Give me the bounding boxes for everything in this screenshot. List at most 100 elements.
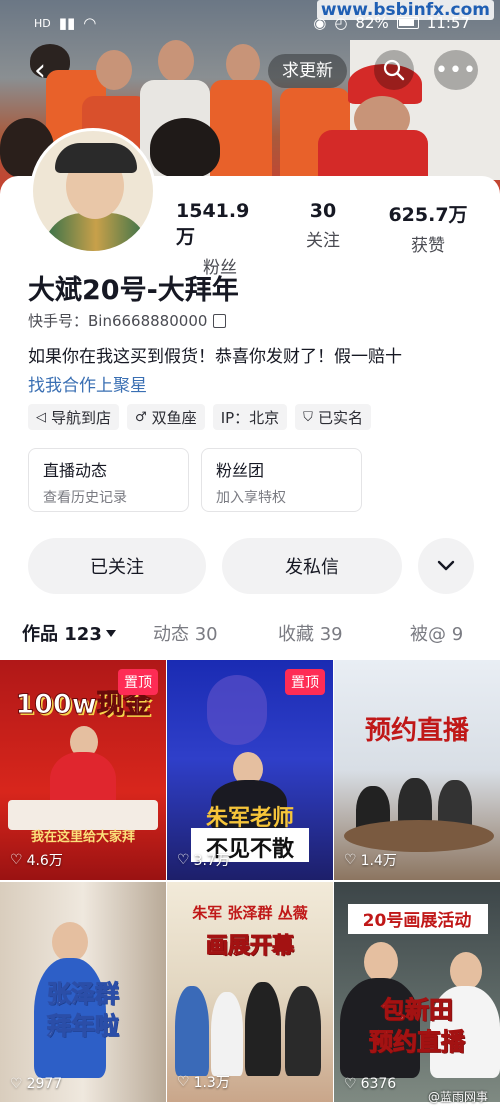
video-tile[interactable]: 20号画展活动 包新田 预约直播 ♡ 6376 [334, 882, 500, 1102]
likes-count: 1.3万 [193, 1075, 230, 1091]
video-likes: ♡ 1.4万 [344, 850, 397, 870]
send-message-button[interactable]: 发私信 [222, 538, 402, 594]
feature-cards: 直播动态 查看历史记录 粉丝团 加入享特权 [28, 448, 362, 512]
tag-navigate-store[interactable]: ◁ 导航到店 [28, 404, 120, 430]
hd-icon: HD [34, 16, 51, 30]
video-person [52, 922, 88, 962]
video-caption: 朱军 张泽群 丛薇 [192, 904, 308, 922]
tab-label: 作品 123 [22, 624, 102, 645]
likes-stat[interactable]: 625.7万 获赞 [382, 200, 474, 256]
crowd-person [96, 50, 132, 90]
weibo-watermark: @蓝雨网事 [427, 1090, 488, 1104]
avatar-robe [43, 213, 149, 251]
male-symbol-icon: ♂ [135, 409, 147, 425]
tag-label: 双鱼座 [151, 408, 197, 427]
user-id[interactable]: 快手号：Bin6668880000 [28, 310, 227, 331]
wifi-icon: ◠ [83, 14, 97, 32]
pinned-badge: 置顶 [118, 669, 158, 695]
followers-stat[interactable]: 1541.9万 粉丝 [176, 200, 264, 278]
video-likes: ♡ 4.6万 [10, 850, 63, 870]
tag-verified: ⛉ 已实名 [295, 404, 371, 430]
crowd-person [226, 44, 260, 84]
chevron-down-icon [437, 560, 455, 571]
card-title: 粉丝团 [216, 461, 265, 480]
video-likes: ♡ 3.7万 [177, 850, 230, 870]
heart-icon: ♡ [344, 1076, 357, 1092]
followed-button[interactable]: 已关注 [28, 538, 206, 594]
bio: 如果你在我这买到假货！恭喜你发财了！假一赔十 [28, 347, 402, 367]
followers-count: 1541.9万 [176, 200, 250, 248]
heart-icon: ♡ [177, 1074, 190, 1090]
video-tile[interactable]: 100w现金 我在这里给大家拜 置顶 ♡ 4.6万 [0, 660, 166, 880]
video-likes: ♡ 1.3万 [177, 1072, 230, 1092]
likes-count: 1.4万 [360, 853, 397, 869]
shield-check-icon: ⛉ [303, 409, 313, 425]
search-button[interactable] [374, 50, 414, 90]
chevron-left-icon: ‹ [34, 52, 46, 88]
search-icon [383, 59, 405, 81]
tab-works[interactable]: 作品 123 [22, 620, 116, 646]
video-person [285, 986, 321, 1076]
card-subtitle: 查看历史记录 [43, 490, 127, 506]
video-subcaption: 我在这里给大家拜 [30, 830, 135, 845]
video-subcaption: 拜年啦 [47, 1012, 120, 1041]
back-button[interactable]: ‹ [20, 50, 60, 90]
video-person [245, 982, 281, 1076]
avatar-headdress [55, 143, 137, 173]
likes-count: 2977 [26, 1076, 63, 1092]
heart-icon: ♡ [10, 852, 23, 868]
video-likes: ♡ 2977 [10, 1076, 62, 1092]
dining-table [344, 820, 494, 852]
tag-ip-location: IP：北京 [212, 404, 288, 430]
live-history-card[interactable]: 直播动态 查看历史记录 [28, 448, 189, 512]
tab-moments[interactable]: 动态 30 [153, 620, 218, 646]
tag-zodiac: ♂ 双鱼座 [127, 404, 205, 430]
likes-count: 3.7万 [193, 853, 230, 869]
expand-button[interactable] [418, 538, 474, 594]
more-button[interactable]: ••• [434, 50, 478, 90]
fan-club-card[interactable]: 粉丝团 加入享特权 [201, 448, 362, 512]
heart-icon: ♡ [10, 1076, 23, 1092]
navigation-arrow-icon: ◁ [36, 409, 46, 425]
avatar[interactable] [30, 128, 156, 254]
tag-label: 导航到店 [51, 408, 112, 427]
following-count: 30 [309, 200, 337, 222]
user-id-text: 快手号：Bin6668880000 [28, 312, 208, 330]
business-cooperation-link[interactable]: 找我合作上聚星 [28, 371, 147, 396]
following-stat[interactable]: 30 关注 [292, 200, 354, 251]
status-icons-left: HD ▮▮ ◠ [34, 14, 96, 32]
crowd-person [158, 40, 194, 82]
tag-label: IP：北京 [220, 408, 280, 427]
likes-count: 6376 [360, 1076, 397, 1092]
blurred-face [207, 675, 267, 745]
video-tile[interactable]: 朱军老师 不见不散 置顶 ♡ 3.7万 [167, 660, 333, 880]
video-tile[interactable]: 朱军 张泽群 丛薇 画展开幕 ♡ 1.3万 [167, 882, 333, 1102]
video-subcaption: 画展开幕 [205, 934, 294, 960]
crowd-person [150, 118, 220, 178]
pinned-badge: 置顶 [285, 669, 325, 695]
copy-icon[interactable] [213, 313, 227, 328]
video-tile[interactable]: 预约直播 ♡ 1.4万 [334, 660, 500, 880]
video-caption: 预约直播 [364, 716, 469, 746]
more-dots-icon: ••• [435, 57, 477, 83]
tab-mentioned[interactable]: 被@ 9 [410, 620, 463, 646]
profile-tags: ◁ 导航到店 ♂ 双鱼座 IP：北京 ⛉ 已实名 [28, 404, 371, 430]
likes-count: 625.7万 [388, 204, 468, 226]
content-tabs: 作品 123 动态 30 收藏 39 被@ 9 [0, 620, 500, 650]
site-watermark: www.bsbinfx.com [316, 0, 494, 20]
caret-down-icon [105, 629, 116, 637]
signal-icon: ▮▮ [58, 14, 76, 32]
tab-favorites[interactable]: 收藏 39 [278, 620, 343, 646]
video-likes: ♡ 6376 [344, 1076, 396, 1092]
video-person [211, 992, 243, 1076]
request-update-button[interactable]: 求更新 [268, 54, 347, 88]
heart-icon: ♡ [177, 852, 190, 868]
video-caption: 20号画展活动 [362, 911, 472, 931]
following-label: 关注 [306, 231, 340, 251]
profile-name: 大斌20号-大拜年 [28, 275, 239, 306]
likes-count: 4.6万 [26, 853, 63, 869]
video-tile[interactable]: 张泽群 拜年啦 ♡ 2977 [0, 882, 166, 1102]
video-caption: 张泽群 [47, 980, 120, 1009]
video-person [450, 952, 482, 990]
video-person [364, 942, 398, 982]
